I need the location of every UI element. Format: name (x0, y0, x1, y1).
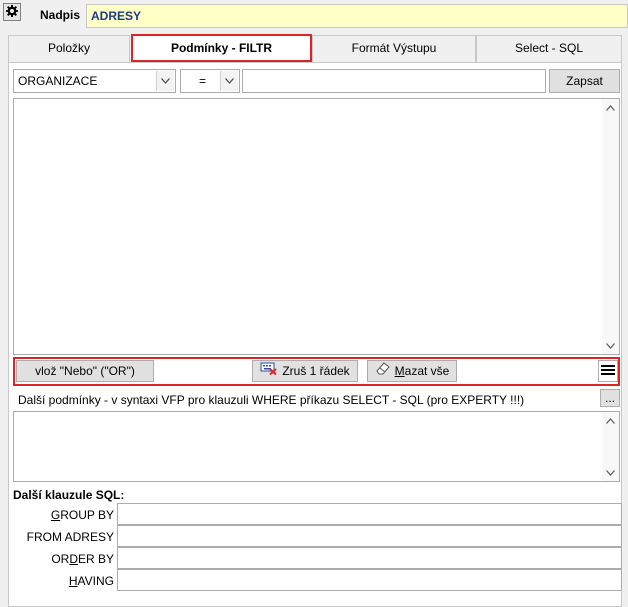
extra-conditions-scrollbar[interactable] (602, 412, 619, 481)
order-by-label: ORDER BY (51, 552, 114, 566)
having-input[interactable] (117, 569, 622, 591)
clear-all-button[interactable]: Mazat vše (367, 360, 457, 382)
operator-select[interactable]: = (180, 69, 240, 93)
eraser-icon (375, 360, 391, 382)
zapsat-button[interactable]: Zapsat (549, 69, 620, 93)
chevron-down-icon[interactable] (220, 71, 238, 91)
scroll-down-icon[interactable] (602, 464, 619, 481)
order-by-input[interactable] (117, 547, 622, 569)
scroll-down-icon[interactable] (602, 337, 619, 354)
insert-or-button[interactable]: vlož "Nebo" ("OR") (16, 360, 154, 382)
group-by-input[interactable] (117, 503, 622, 525)
from-label: FROM ADRESY (26, 530, 114, 544)
condition-input[interactable] (242, 69, 546, 93)
tab-polozky-label: Položky (47, 41, 91, 55)
tab-podminky-label: Podmínky - FILTR (170, 41, 273, 55)
clear-all-label: Mazat vše (394, 364, 450, 378)
hamburger-icon (601, 364, 615, 379)
tab-strip: Položky Podmínky - FILTR Formát Výstupu … (8, 34, 622, 63)
sql-clauses-heading: Další klauzule SQL: (13, 488, 125, 502)
ellipsis-button[interactable]: ... (600, 389, 620, 407)
scroll-up-icon[interactable] (602, 99, 619, 116)
delete-row-label: Zruš 1 řádek (282, 364, 350, 378)
extra-conditions-input[interactable] (13, 411, 620, 482)
tab-polozky[interactable]: Položky (8, 35, 130, 62)
conditions-list[interactable] (13, 98, 620, 355)
tab-select-sql[interactable]: Select - SQL (476, 35, 622, 62)
chevron-down-icon[interactable] (156, 71, 174, 91)
insert-or-label: vlož "Nebo" ("OR") (35, 364, 135, 378)
field-select[interactable]: ORGANIZACE (13, 69, 176, 93)
tab-format-label: Formát Výstupu (351, 41, 437, 55)
extra-conditions-label: Další podmínky - v syntaxi VFP pro klauz… (18, 393, 525, 407)
having-label: HAVING (68, 574, 114, 588)
tab-select-label: Select - SQL (514, 41, 584, 55)
from-input[interactable] (117, 525, 622, 547)
keyboard-delete-icon (260, 360, 278, 382)
delete-row-button[interactable]: Zruš 1 řádek (252, 360, 358, 382)
zapsat-label: Zapsat (566, 74, 603, 88)
conditions-scrollbar[interactable] (602, 99, 619, 354)
settings-gear-button[interactable] (3, 3, 21, 21)
group-by-label: GROUP BY (50, 508, 114, 522)
gear-icon (6, 4, 18, 20)
tab-format-vystupu[interactable]: Formát Výstupu (312, 35, 476, 62)
nadpis-label: Nadpis (40, 8, 81, 22)
field-select-value: ORGANIZACE (18, 74, 98, 88)
menu-button[interactable] (598, 360, 618, 382)
operator-select-value: = (199, 74, 207, 88)
tab-podminky-filtr[interactable]: Podmínky - FILTR (131, 34, 312, 62)
nadpis-input[interactable]: ADRESY (86, 4, 628, 28)
ellipsis-label: ... (604, 391, 615, 405)
scroll-up-icon[interactable] (602, 412, 619, 429)
